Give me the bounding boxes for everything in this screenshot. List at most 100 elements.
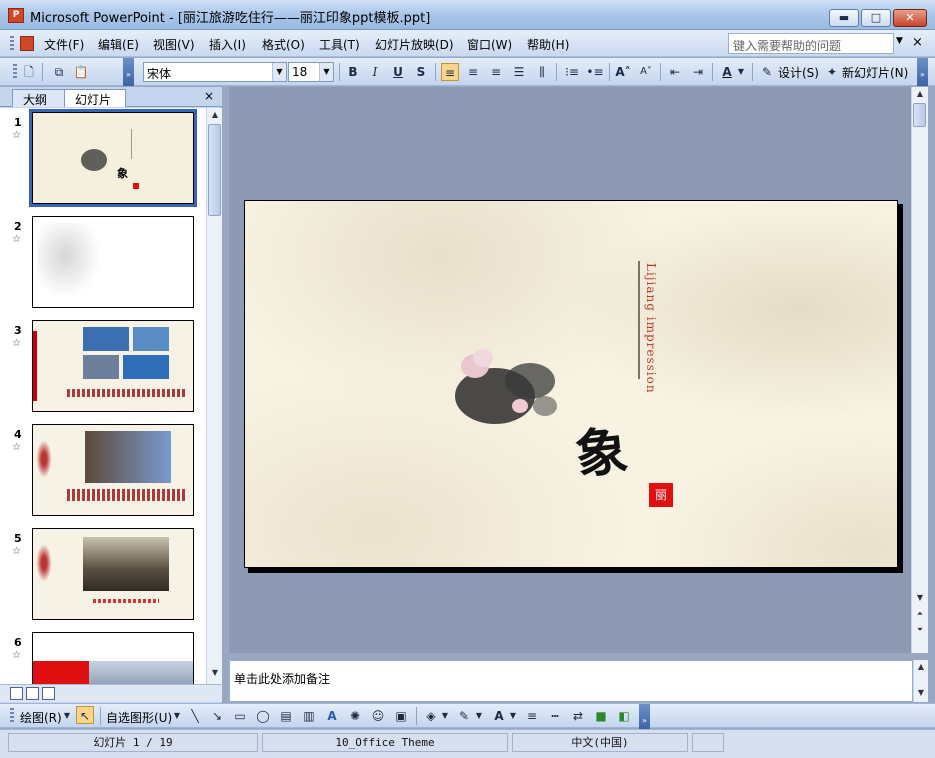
chevron-down-icon[interactable]: ▼	[736, 63, 746, 81]
increase-font-icon[interactable]: A˄	[614, 63, 632, 81]
help-search-input[interactable]: 键入需要帮助的问题	[728, 33, 894, 54]
chevron-down-icon[interactable]: ▼	[62, 707, 72, 725]
menu-format[interactable]: 格式(O)	[262, 36, 305, 53]
italic-button[interactable]: I	[366, 63, 384, 81]
font-color-icon[interactable]: A	[490, 707, 508, 725]
toolbar-overflow-icon[interactable]: »	[917, 58, 928, 86]
shadow-style-icon[interactable]: ■	[592, 707, 610, 725]
bullet-list-icon[interactable]: •≡	[586, 63, 604, 81]
document-close-button[interactable]: ×	[912, 35, 923, 50]
chevron-down-icon[interactable]: ▼	[319, 63, 333, 81]
chevron-down-icon[interactable]: ▼	[272, 63, 286, 81]
rectangle-tool-icon[interactable]: ▭	[231, 707, 249, 725]
wordart-icon[interactable]: A	[323, 707, 341, 725]
slide-thumbnail[interactable]	[32, 424, 194, 516]
menu-insert[interactable]: 插入(I)	[209, 36, 246, 53]
slide-thumbnail-entry[interactable]: 4 ☆	[0, 420, 206, 524]
slide-thumbnail[interactable]	[32, 528, 194, 620]
help-dropdown-icon[interactable]: ▼	[896, 36, 903, 46]
vertical-textbox-icon[interactable]: ▥	[300, 707, 318, 725]
copy-icon[interactable]: ⧉	[50, 63, 68, 81]
previous-slide-icon[interactable]: ⏶	[914, 609, 926, 621]
scrollbar-thumb[interactable]	[913, 103, 926, 127]
thumbnail-scrollbar[interactable]: ▲ ▼	[206, 108, 222, 684]
new-slide-icon[interactable]: ✦	[823, 63, 841, 81]
slide-scrollbar[interactable]: ▲ ▼ ⏶ ⏷	[911, 87, 928, 653]
slide-thumbnail[interactable]	[32, 320, 194, 412]
increase-indent-icon[interactable]: ⇥	[689, 63, 707, 81]
menu-tools[interactable]: 工具(T)	[319, 36, 360, 53]
menu-view[interactable]: 视图(V)	[153, 36, 195, 53]
menu-window[interactable]: 窗口(W)	[467, 36, 512, 53]
font-color-icon[interactable]: A	[718, 63, 736, 81]
document-icon[interactable]	[20, 36, 34, 51]
align-left-icon[interactable]: ≡	[441, 63, 459, 81]
next-slide-icon[interactable]: ⏷	[914, 625, 926, 637]
line-tool-icon[interactable]: ╲	[186, 707, 204, 725]
decrease-indent-icon[interactable]: ⇤	[666, 63, 684, 81]
scroll-down-icon[interactable]: ▼	[915, 688, 927, 700]
slide-thumbnail-entry[interactable]: 2 ☆	[0, 212, 206, 316]
slide-thumbnail[interactable]	[32, 216, 194, 308]
line-style-icon[interactable]: ≡	[523, 707, 541, 725]
toolbar-overflow-icon[interactable]: »	[639, 704, 650, 729]
close-button[interactable]: ✕	[893, 9, 927, 27]
scroll-up-icon[interactable]: ▲	[915, 662, 927, 674]
autoshapes-button[interactable]: 自选图形(U)	[106, 709, 172, 726]
tab-outline[interactable]: 大纲	[12, 89, 68, 107]
scroll-up-icon[interactable]: ▲	[209, 110, 221, 122]
menu-grip[interactable]	[10, 36, 14, 52]
line-color-icon[interactable]: ✎	[455, 707, 473, 725]
slide-thumbnail[interactable]	[32, 632, 194, 684]
align-right-icon[interactable]: ≡	[487, 63, 505, 81]
dash-style-icon[interactable]: ┅	[546, 707, 564, 725]
oval-tool-icon[interactable]: ◯	[254, 707, 272, 725]
scroll-down-icon[interactable]: ▼	[914, 593, 926, 605]
slideshow-view-icon[interactable]	[42, 687, 55, 700]
tab-slides[interactable]: 幻灯片	[64, 89, 126, 107]
menu-edit[interactable]: 编辑(E)	[98, 36, 139, 53]
3d-style-icon[interactable]: ◧	[615, 707, 633, 725]
slide-thumbnail-entry[interactable]: 5 ☆	[0, 524, 206, 628]
shadow-button[interactable]: S	[412, 63, 430, 81]
bold-button[interactable]: B	[344, 63, 362, 81]
scrollbar-thumb[interactable]	[208, 124, 221, 216]
chevron-down-icon[interactable]: ▼	[440, 707, 450, 725]
chevron-down-icon[interactable]: ▼	[474, 707, 484, 725]
notes-pane[interactable]: 单击此处添加备注	[229, 660, 913, 702]
underline-button[interactable]: U	[389, 63, 407, 81]
minimize-button[interactable]: ▬	[829, 9, 859, 27]
numbered-list-icon[interactable]: ⁝≡	[563, 63, 581, 81]
toolbar-overflow-icon[interactable]: »	[123, 58, 134, 86]
font-name-combo[interactable]: 宋体 ▼	[143, 62, 287, 82]
design-button[interactable]: 设计(S)	[778, 64, 819, 81]
paste-icon[interactable]: 📋	[72, 63, 90, 81]
chevron-down-icon[interactable]: ▼	[508, 707, 518, 725]
arrow-style-icon[interactable]: ⇄	[569, 707, 587, 725]
draw-menu-button[interactable]: 绘图(R)	[20, 709, 62, 726]
slide-thumbnail[interactable]: 象	[29, 109, 197, 207]
distribute-icon[interactable]: ⫼	[533, 63, 551, 81]
diagram-icon[interactable]: ✺	[346, 707, 364, 725]
arrow-tool-icon[interactable]: ↘	[208, 707, 226, 725]
menu-slideshow[interactable]: 幻灯片放映(D)	[375, 36, 454, 53]
slide-thumbnail-entry[interactable]: 1 ☆ 象	[0, 108, 206, 212]
powerpoint-app-icon[interactable]: P	[8, 8, 24, 23]
slide-sorter-view-icon[interactable]	[26, 687, 39, 700]
font-size-combo[interactable]: 18 ▼	[288, 62, 334, 82]
panel-close-button[interactable]: ×	[204, 89, 214, 103]
toolbar-grip[interactable]	[10, 708, 14, 724]
slide-thumbnail-entry[interactable]: 3 ☆	[0, 316, 206, 420]
justify-icon[interactable]: ☰	[510, 63, 528, 81]
align-center-icon[interactable]: ≡	[464, 63, 482, 81]
insert-picture-icon[interactable]: ▣	[392, 707, 410, 725]
scroll-up-icon[interactable]: ▲	[914, 89, 926, 101]
new-document-icon[interactable]: 🗋	[20, 63, 38, 81]
notes-scrollbar[interactable]: ▲ ▼	[913, 660, 928, 702]
design-icon[interactable]: ✎	[758, 63, 776, 81]
maximize-button[interactable]: □	[861, 9, 891, 27]
current-slide[interactable]: Lijiang impression 象 丽	[244, 200, 898, 568]
normal-view-icon[interactable]	[10, 687, 23, 700]
menu-help[interactable]: 帮助(H)	[527, 36, 569, 53]
fill-color-icon[interactable]: ◈	[422, 707, 440, 725]
